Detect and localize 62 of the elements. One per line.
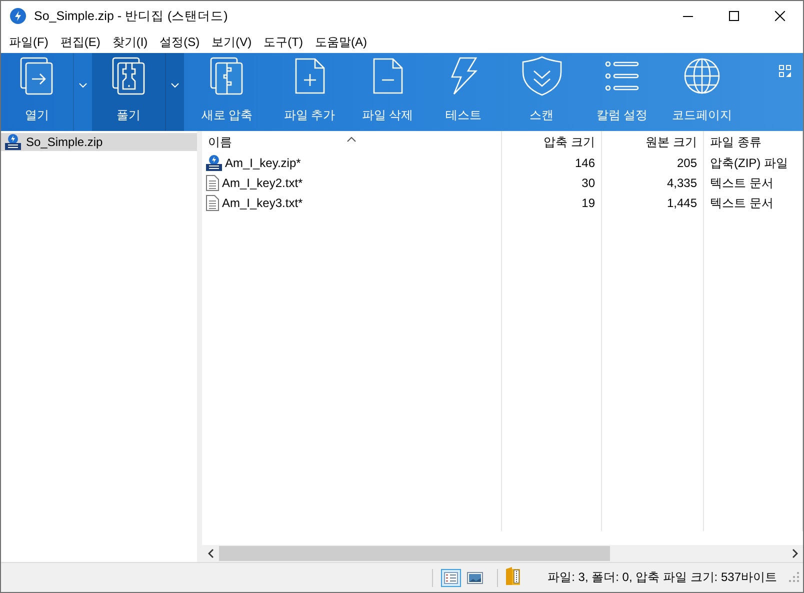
menu-item[interactable]: 보기(V) [206, 34, 258, 50]
menu-item[interactable]: 도움말(A) [308, 34, 373, 50]
scroll-right-icon[interactable] [792, 549, 798, 558]
add-file-icon [294, 58, 324, 94]
menu-item[interactable]: 파일(F) [3, 34, 54, 50]
table-cell: 압축(ZIP) 파일 [710, 154, 788, 172]
lightning-icon [450, 57, 478, 95]
caret-icon [79, 82, 87, 88]
zip-file-icon [206, 155, 222, 171]
toolbar-button[interactable]: 풀기 [92, 53, 165, 131]
table-cell: 4,335 [666, 176, 697, 190]
text-file-icon [206, 195, 219, 211]
delete-file-icon [372, 58, 402, 94]
table-cell: 205 [676, 156, 697, 170]
toolbar-button[interactable]: 테스트 [426, 53, 501, 131]
list-icon [605, 60, 639, 92]
open-icon [20, 57, 54, 95]
status-text: 파일: 3, 폴더: 0, 압축 파일 크기: 537바이트 [548, 569, 777, 586]
zip-file-icon [5, 134, 21, 150]
table-cell: 텍스트 문서 [710, 194, 774, 212]
layout-icon[interactable] [779, 65, 791, 77]
toolbar-button[interactable]: 새로 압축 [184, 53, 270, 131]
app-icon [10, 8, 26, 24]
maximize-icon [729, 11, 739, 21]
menu-item[interactable]: 편집(E) [54, 34, 106, 50]
toolbar-button[interactable]: 파일 삭제 [349, 53, 426, 131]
toolbar-button[interactable]: 열기 [1, 53, 73, 131]
text-file-icon [206, 175, 219, 191]
table-cell: 146 [574, 156, 595, 170]
table-cell: 텍스트 문서 [710, 174, 774, 192]
globe-icon [684, 58, 720, 94]
table-cell: 1,445 [666, 196, 697, 210]
table-cell: 19 [582, 196, 595, 210]
menu-item[interactable]: 설정(S) [154, 34, 206, 50]
close-icon [775, 11, 785, 21]
column-header[interactable]: 파일 종류 [710, 134, 762, 150]
column-header[interactable]: 원본 크기 [646, 134, 697, 150]
shield-icon [522, 56, 562, 96]
horizontal-scrollbar[interactable] [202, 545, 803, 562]
picture-view-icon [466, 572, 483, 584]
toolbar-button[interactable]: 코드페이지 [662, 53, 742, 131]
column-header[interactable]: 압축 크기 [544, 134, 595, 150]
archive-folder-icon [506, 567, 520, 585]
column-header[interactable]: 이름 [208, 134, 232, 150]
file-name[interactable]: Am_I_key2.txt* [222, 176, 303, 190]
unzip-icon [112, 57, 146, 95]
resize-grip-icon[interactable] [789, 572, 799, 582]
caret-icon [171, 82, 179, 88]
table-cell: 30 [582, 176, 595, 190]
menu-item[interactable]: 찾기(I) [106, 34, 154, 50]
toolbar-button[interactable]: 스캔 [501, 53, 582, 131]
details-view-icon [444, 572, 458, 584]
file-name[interactable]: Am_I_key.zip* [225, 156, 301, 170]
toolbar-button[interactable]: 칼럼 설정 [582, 53, 662, 131]
tree-item[interactable]: So_Simple.zip [1, 133, 197, 151]
scroll-left-icon[interactable] [208, 549, 214, 558]
archive-icon [210, 57, 244, 95]
menu-item[interactable]: 도구(T) [258, 34, 309, 50]
file-name[interactable]: Am_I_key3.txt* [222, 196, 303, 210]
view-button[interactable] [440, 568, 461, 586]
window-title: So_Simple.zip - 반디집 (스탠더드) [34, 8, 229, 24]
toolbar-button[interactable]: 파일 추가 [270, 53, 349, 131]
